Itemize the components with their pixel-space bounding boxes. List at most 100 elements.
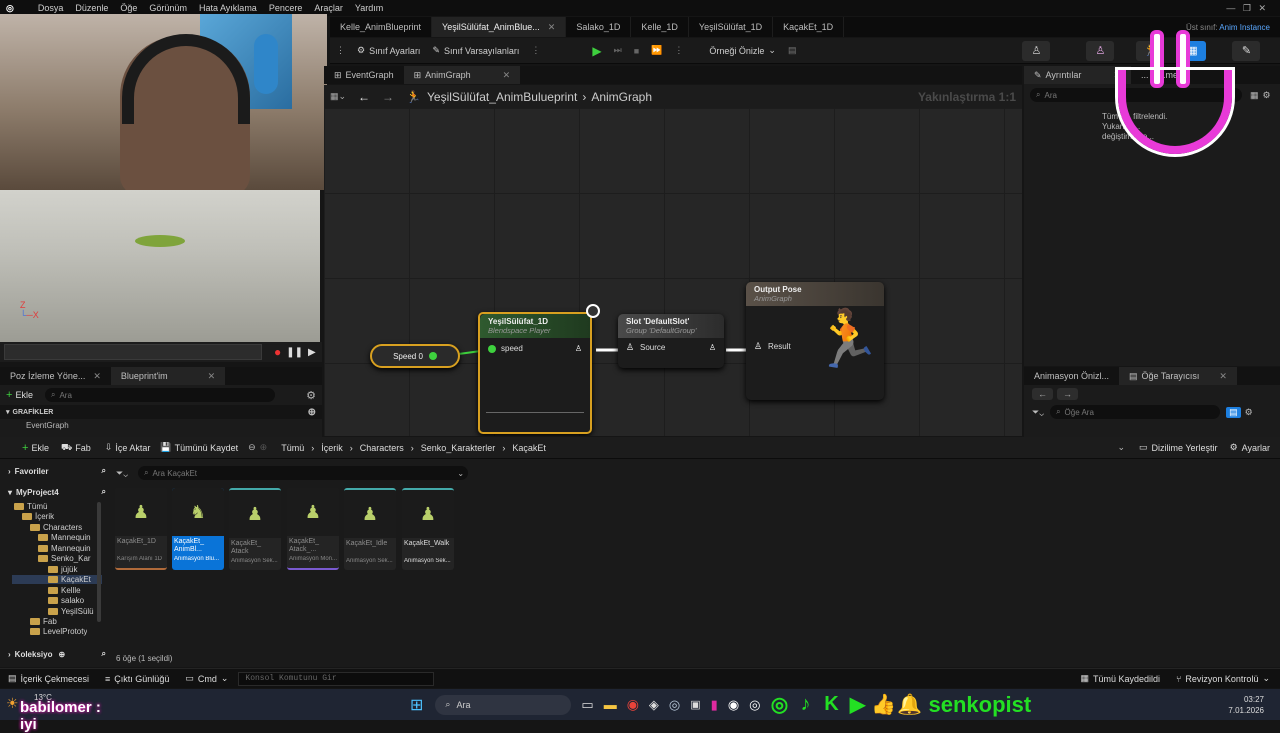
- tab-animgraph[interactable]: ⊞ AnimGraph ✕: [403, 66, 521, 84]
- anim-graph-canvas[interactable]: Speed 0 YeşilSülüfat_1D Blendspace Playe…: [324, 108, 1022, 436]
- gear-icon[interactable]: ⚙: [1245, 407, 1253, 418]
- asset-tile[interactable]: ♟ KaçakEt_Idle Animasyon Sek...: [344, 488, 396, 570]
- tree-item-levelprototyping[interactable]: LevelPrototy: [30, 627, 87, 637]
- taskbar-search[interactable]: ⌕ Ara: [435, 694, 572, 715]
- search-input[interactable]: ⌕ Ara: [44, 388, 275, 402]
- class-defaults-button[interactable]: ✎ Sınıf Varsayılanları: [426, 41, 525, 61]
- gear-icon[interactable]: ⚙: [1263, 90, 1271, 101]
- record-button[interactable]: ●: [274, 345, 281, 359]
- console-input[interactable]: Konsol Komutunu Gir: [238, 671, 435, 686]
- tree-item-kacaket[interactable]: KaçakEt: [12, 575, 102, 584]
- play-icon[interactable]: ▶: [308, 347, 316, 358]
- tab-asset-browser[interactable]: ▤ Öğe Tarayıcısı ✕: [1119, 367, 1237, 385]
- back-arrow-icon[interactable]: ←: [1032, 388, 1053, 400]
- output-pose-node[interactable]: Output Pose AnimGraph ♙ Result 🏃: [746, 282, 884, 400]
- blendspace-player-node[interactable]: YeşilSülüfat_1D Blendspace Player speed …: [478, 312, 592, 434]
- asset-search-input[interactable]: ⌕ Öğe Ara: [1050, 405, 1221, 419]
- path-senko-karakterler[interactable]: Senko_Karakterler: [421, 443, 496, 453]
- window-controls[interactable]: — ❐ ✕: [1226, 3, 1266, 14]
- graph-menu-icon[interactable]: ▦⌄: [330, 91, 346, 102]
- menu-edit[interactable]: Düzenle: [75, 3, 108, 13]
- project-header[interactable]: ▾ MyProject4 ⌕: [8, 484, 106, 500]
- weather-widget[interactable]: ☀ 13°C babilomer : iyi: [0, 689, 120, 733]
- menu-help[interactable]: Yardım: [355, 3, 383, 13]
- cmd-dropdown[interactable]: ▭ Cmd ⌄: [185, 673, 228, 684]
- add-collection-icon[interactable]: ⊕: [58, 650, 65, 659]
- file-explorer-icon[interactable]: ▬: [604, 697, 617, 712]
- tree-item-mannequin-2[interactable]: Mannequin: [38, 544, 91, 553]
- close-icon[interactable]: ✕: [503, 70, 511, 81]
- tree-item-characters[interactable]: Characters: [30, 523, 82, 532]
- asset-tile[interactable]: ♟ KaçakEt_ Atack Animasyon Sek...: [229, 488, 281, 570]
- speed-input-pin[interactable]: speed ♙: [480, 338, 590, 359]
- menu-window[interactable]: Pencere: [269, 3, 303, 13]
- add-button[interactable]: + Ekle: [6, 389, 33, 401]
- back-arrow-icon[interactable]: ←: [358, 90, 370, 104]
- output-log-button[interactable]: ≡ Çıktı Günlüğü: [105, 674, 169, 684]
- save-icon[interactable]: ⋮: [330, 41, 351, 61]
- tab-kelle-animblueprint[interactable]: Kelle_AnimBlueprint: [330, 17, 433, 37]
- import-button[interactable]: ⇩ İçe Aktar: [105, 442, 151, 453]
- windows-start-icon[interactable]: ⊞: [410, 695, 423, 715]
- menu-debug[interactable]: Hata Ayıklama: [199, 3, 257, 13]
- history-forward-icon[interactable]: ⊕: [260, 442, 268, 453]
- close-icon[interactable]: ✕: [1219, 371, 1227, 382]
- breadcrumb-graph[interactable]: AnimGraph: [591, 90, 652, 104]
- revision-control-button[interactable]: ⑂ Revizyon Kontrolü ⌄: [1176, 673, 1270, 684]
- epic-games-icon[interactable]: ▣: [690, 698, 700, 711]
- menu-asset[interactable]: Öğe: [120, 3, 137, 13]
- tree-item-all[interactable]: Tümü: [14, 502, 47, 511]
- filter-icon[interactable]: ⏷⌄: [116, 468, 128, 479]
- play-button[interactable]: ▶: [586, 41, 607, 61]
- close-icon[interactable]: ✕: [208, 371, 216, 382]
- skeleton-mode-button[interactable]: ♙: [1022, 40, 1051, 61]
- more-icon[interactable]: ⋮: [525, 41, 546, 61]
- menu-view[interactable]: Görünüm: [149, 3, 187, 13]
- menu-file[interactable]: Dosya: [38, 3, 64, 13]
- unreal-engine-2-icon[interactable]: ◎: [749, 697, 760, 713]
- tree-item-content[interactable]: İçerik: [22, 512, 54, 521]
- fab-button[interactable]: ⛟ Fab: [61, 442, 91, 454]
- folder-view-icon[interactable]: ▤: [1226, 406, 1241, 418]
- forward-arrow-icon[interactable]: →: [382, 90, 394, 104]
- skip-button[interactable]: ⏩: [645, 41, 668, 61]
- content-drawer-button[interactable]: ▤ İçerik Çekmecesi: [8, 673, 89, 684]
- pose-out-icon[interactable]: ♙: [709, 343, 716, 352]
- path-content[interactable]: İçerik: [321, 443, 343, 453]
- physics-mode-button[interactable]: ✎: [1232, 40, 1261, 61]
- pin-node-icon[interactable]: [586, 304, 600, 318]
- forward-arrow-icon[interactable]: →: [1057, 388, 1078, 400]
- clock[interactable]: 03:27 7.01.2026: [1228, 694, 1264, 716]
- viewport[interactable]: Z └─X: [0, 190, 320, 342]
- preview-instance-dropdown[interactable]: Örneği Önizle ⌄: [703, 41, 782, 61]
- search-icon[interactable]: ⌕: [102, 466, 106, 476]
- tab-pose-watch[interactable]: Poz İzleme Yöne... ✕: [0, 367, 111, 385]
- source-pin[interactable]: ♙ Source ♙: [618, 338, 724, 357]
- cb-settings-button[interactable]: ⚙ Ayarlar: [1230, 442, 1270, 453]
- search-icon[interactable]: ⌕: [102, 487, 106, 497]
- menu-tools[interactable]: Araçlar: [314, 3, 343, 13]
- unreal-engine-icon[interactable]: ◉: [728, 697, 739, 713]
- class-settings-button[interactable]: ⚙ Sınıf Ayarları: [351, 41, 426, 61]
- tab-anim-preview[interactable]: Animasyon Önizl...: [1024, 367, 1119, 385]
- tree-item-jujuk[interactable]: jüjük: [48, 565, 77, 574]
- pose-pin-icon[interactable]: ♙: [575, 344, 582, 353]
- eventgraph-item[interactable]: EventGraph: [0, 419, 322, 432]
- history-back-icon[interactable]: ⊖: [248, 442, 256, 453]
- task-view-icon[interactable]: ▭: [581, 697, 593, 713]
- save-all-button[interactable]: 💾 Tümünü Kaydet: [160, 442, 238, 453]
- steam-icon[interactable]: ◎: [669, 697, 680, 713]
- step-button[interactable]: ⏭: [608, 41, 628, 61]
- grid-view-icon[interactable]: ▦: [1250, 90, 1259, 101]
- filter-icon[interactable]: ⏷⌄: [1032, 407, 1044, 418]
- tree-item-salako[interactable]: salako: [48, 596, 84, 605]
- favorites-header[interactable]: › Favoriler ⌕: [8, 463, 106, 479]
- close-icon[interactable]: ✕: [93, 371, 101, 382]
- asset-tile[interactable]: ♟ KaçakEt_ Atack_... Animasyon Mon...: [287, 488, 339, 570]
- stop-button[interactable]: ■: [628, 41, 645, 61]
- breadcrumb-blueprint[interactable]: YeşilSülüfat_AnimBulueprint: [427, 90, 577, 104]
- close-icon[interactable]: ✕: [548, 22, 556, 33]
- timeline-scrubber[interactable]: [4, 344, 262, 360]
- path-kacaket[interactable]: KaçakEt: [512, 443, 546, 453]
- slot-node[interactable]: Slot 'DefaultSlot' Group 'DefaultGroup' …: [618, 314, 724, 368]
